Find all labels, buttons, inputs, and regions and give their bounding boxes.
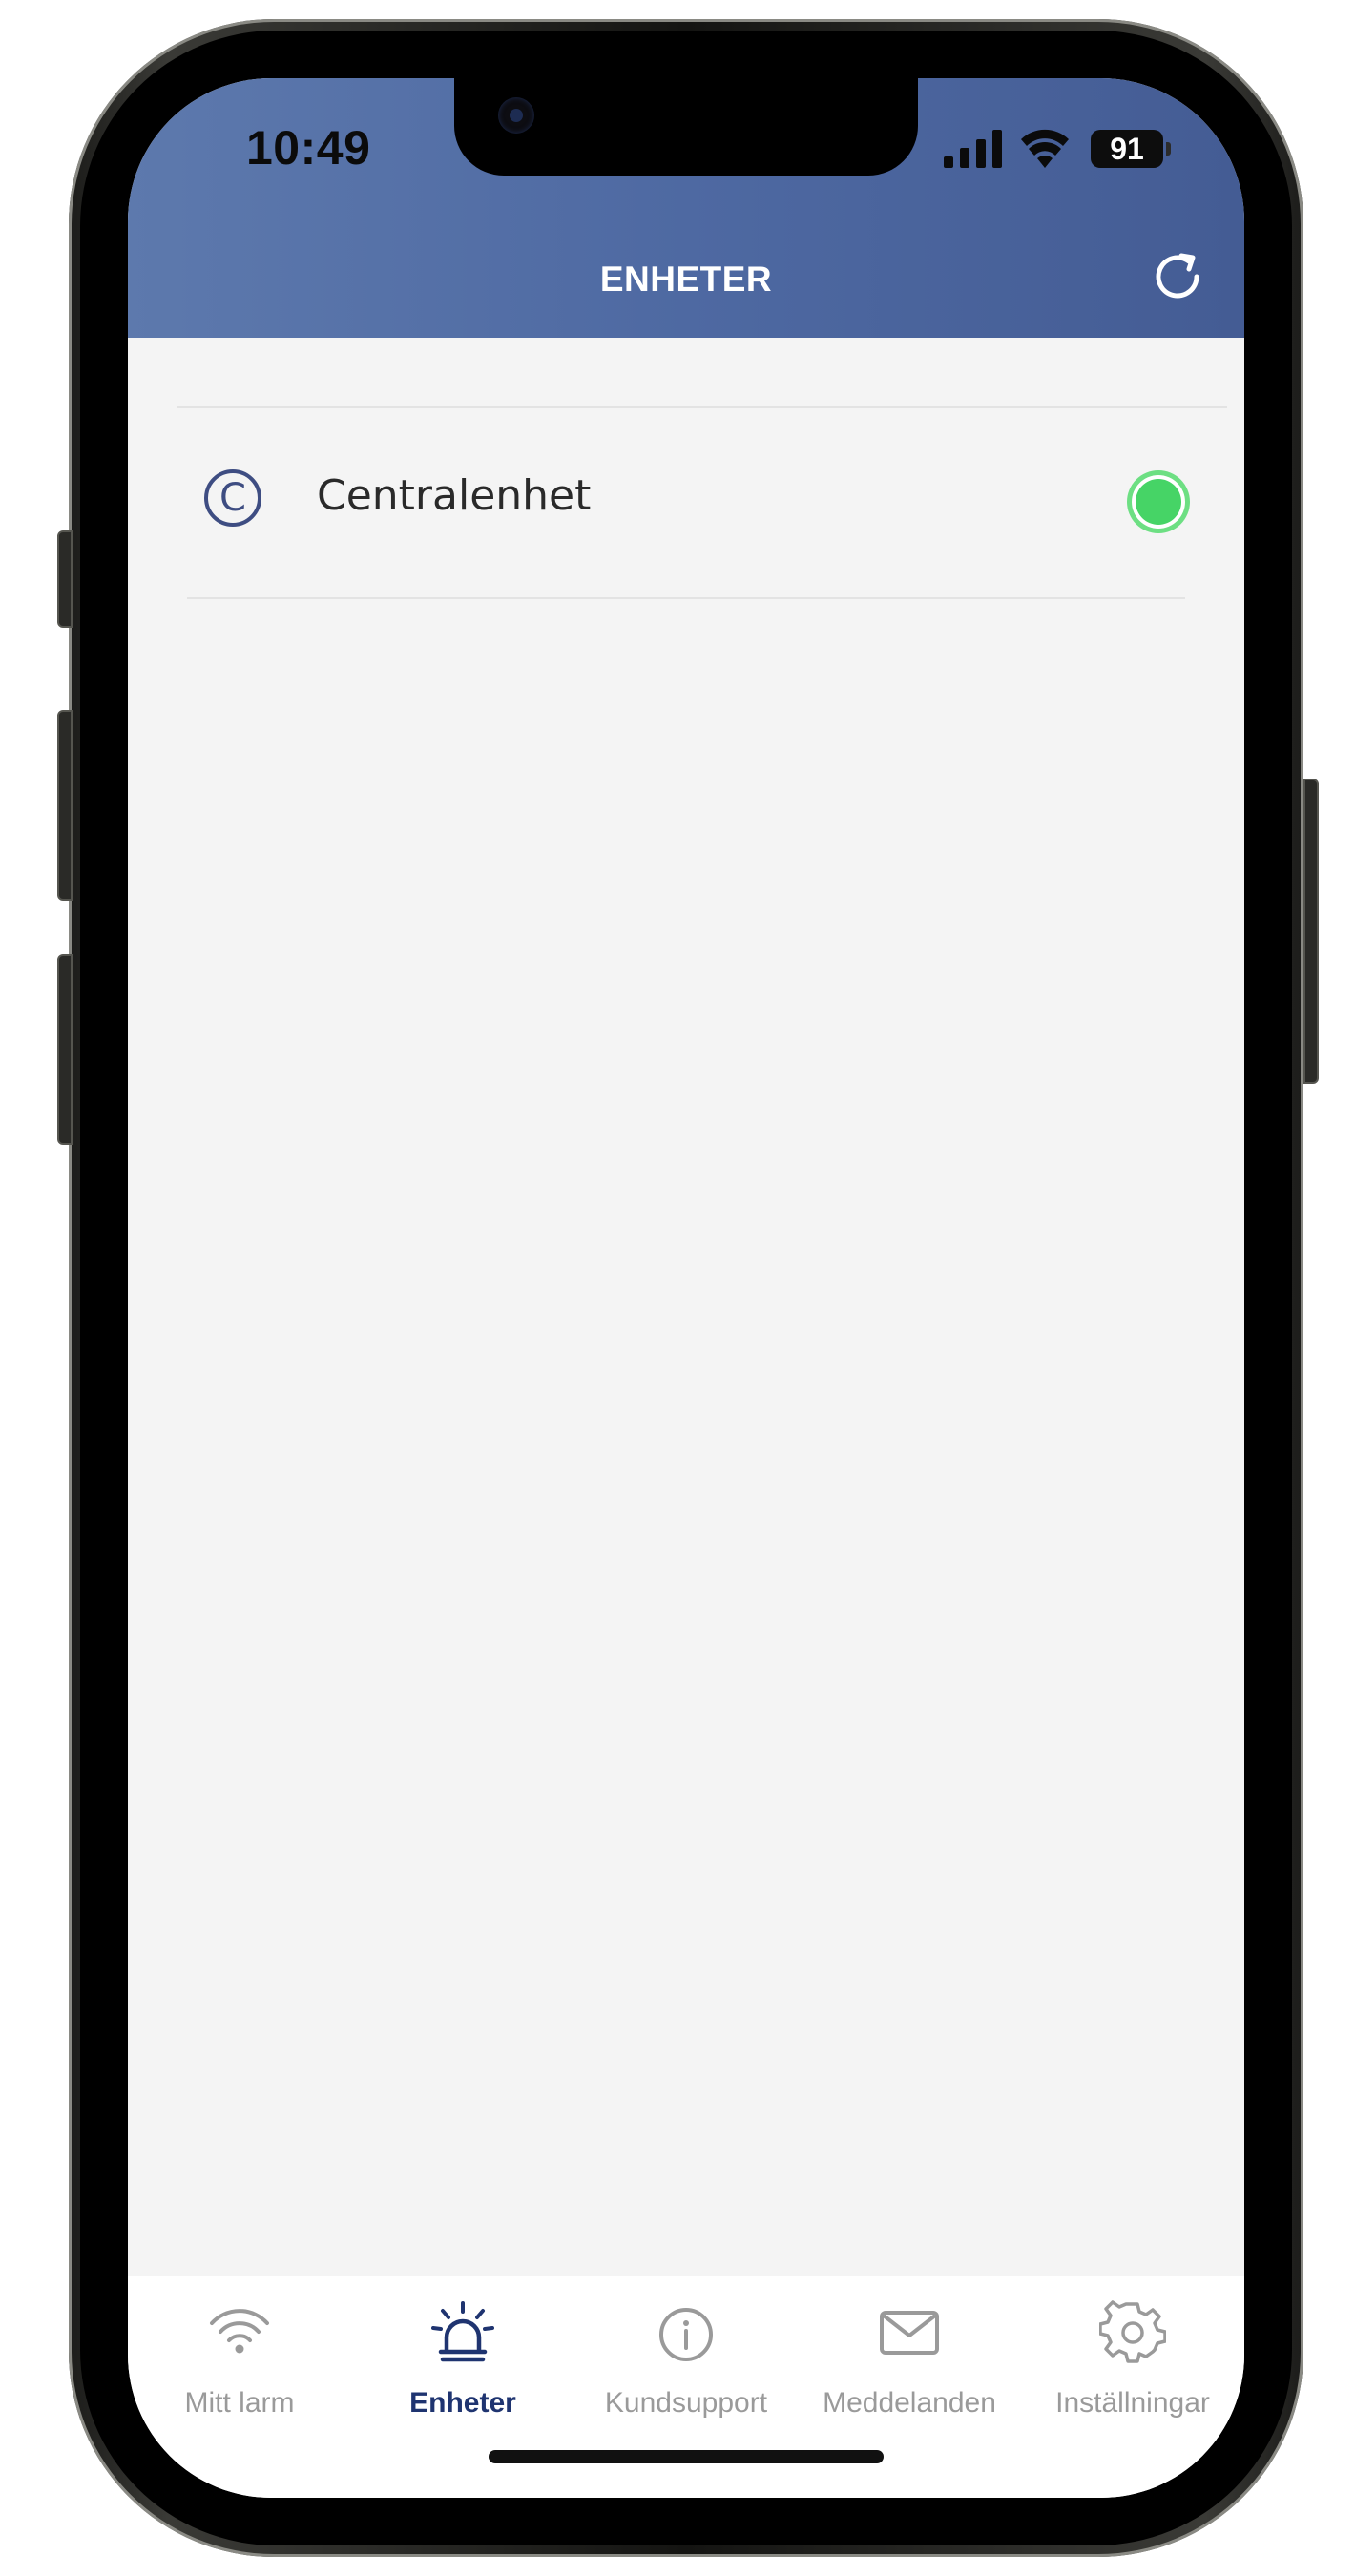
divider <box>177 406 1227 408</box>
page-title: ENHETER <box>599 260 773 299</box>
gear-icon <box>1099 2300 1166 2363</box>
central-unit-icon: C <box>204 469 261 527</box>
mail-icon <box>880 2311 939 2355</box>
phone-side-button <box>57 710 73 901</box>
tab-label: Inställningar <box>1055 2387 1210 2419</box>
phone-side-button <box>57 530 73 628</box>
refresh-icon[interactable] <box>1147 246 1208 307</box>
app-header: 10:49 91 ENHETER <box>128 78 1244 338</box>
device-list: C Centralenhet <box>128 338 1244 2276</box>
tab-meddelanden[interactable]: Meddelanden <box>798 2296 1021 2429</box>
device-name: Centralenhet <box>317 471 592 520</box>
wifi-icon <box>210 2309 269 2354</box>
battery-icon: 91 <box>1091 130 1171 168</box>
phone-side-button <box>1303 779 1319 1084</box>
wifi-icon <box>1021 129 1069 168</box>
info-icon <box>659 2308 713 2361</box>
camera-icon <box>498 97 534 134</box>
tab-label: Enheter <box>409 2387 516 2419</box>
tab-label: Meddelanden <box>823 2387 996 2419</box>
tab-label: Mitt larm <box>184 2387 295 2419</box>
signal-icon <box>944 130 1002 168</box>
tab-enheter[interactable]: Enheter <box>351 2296 574 2429</box>
tab-label: Kundsupport <box>604 2387 768 2419</box>
status-time: 10:49 <box>246 121 371 175</box>
tab-installningar[interactable]: Inställningar <box>1021 2296 1244 2429</box>
home-indicator[interactable] <box>489 2450 884 2463</box>
phone-side-button <box>57 954 73 1145</box>
tab-bar: Mitt larm Enheter Kundsupport Meddelande… <box>128 2276 1244 2498</box>
tab-mitt-larm[interactable]: Mitt larm <box>128 2296 351 2429</box>
divider <box>187 597 1185 599</box>
online-status-indicator <box>1132 475 1185 529</box>
siren-icon <box>431 2301 494 2362</box>
device-row[interactable]: C Centralenhet <box>183 410 1187 601</box>
app-screen: 10:49 91 ENHETER C Centralenhet Mitt lar… <box>128 78 1244 2498</box>
tab-kundsupport[interactable]: Kundsupport <box>574 2296 798 2429</box>
